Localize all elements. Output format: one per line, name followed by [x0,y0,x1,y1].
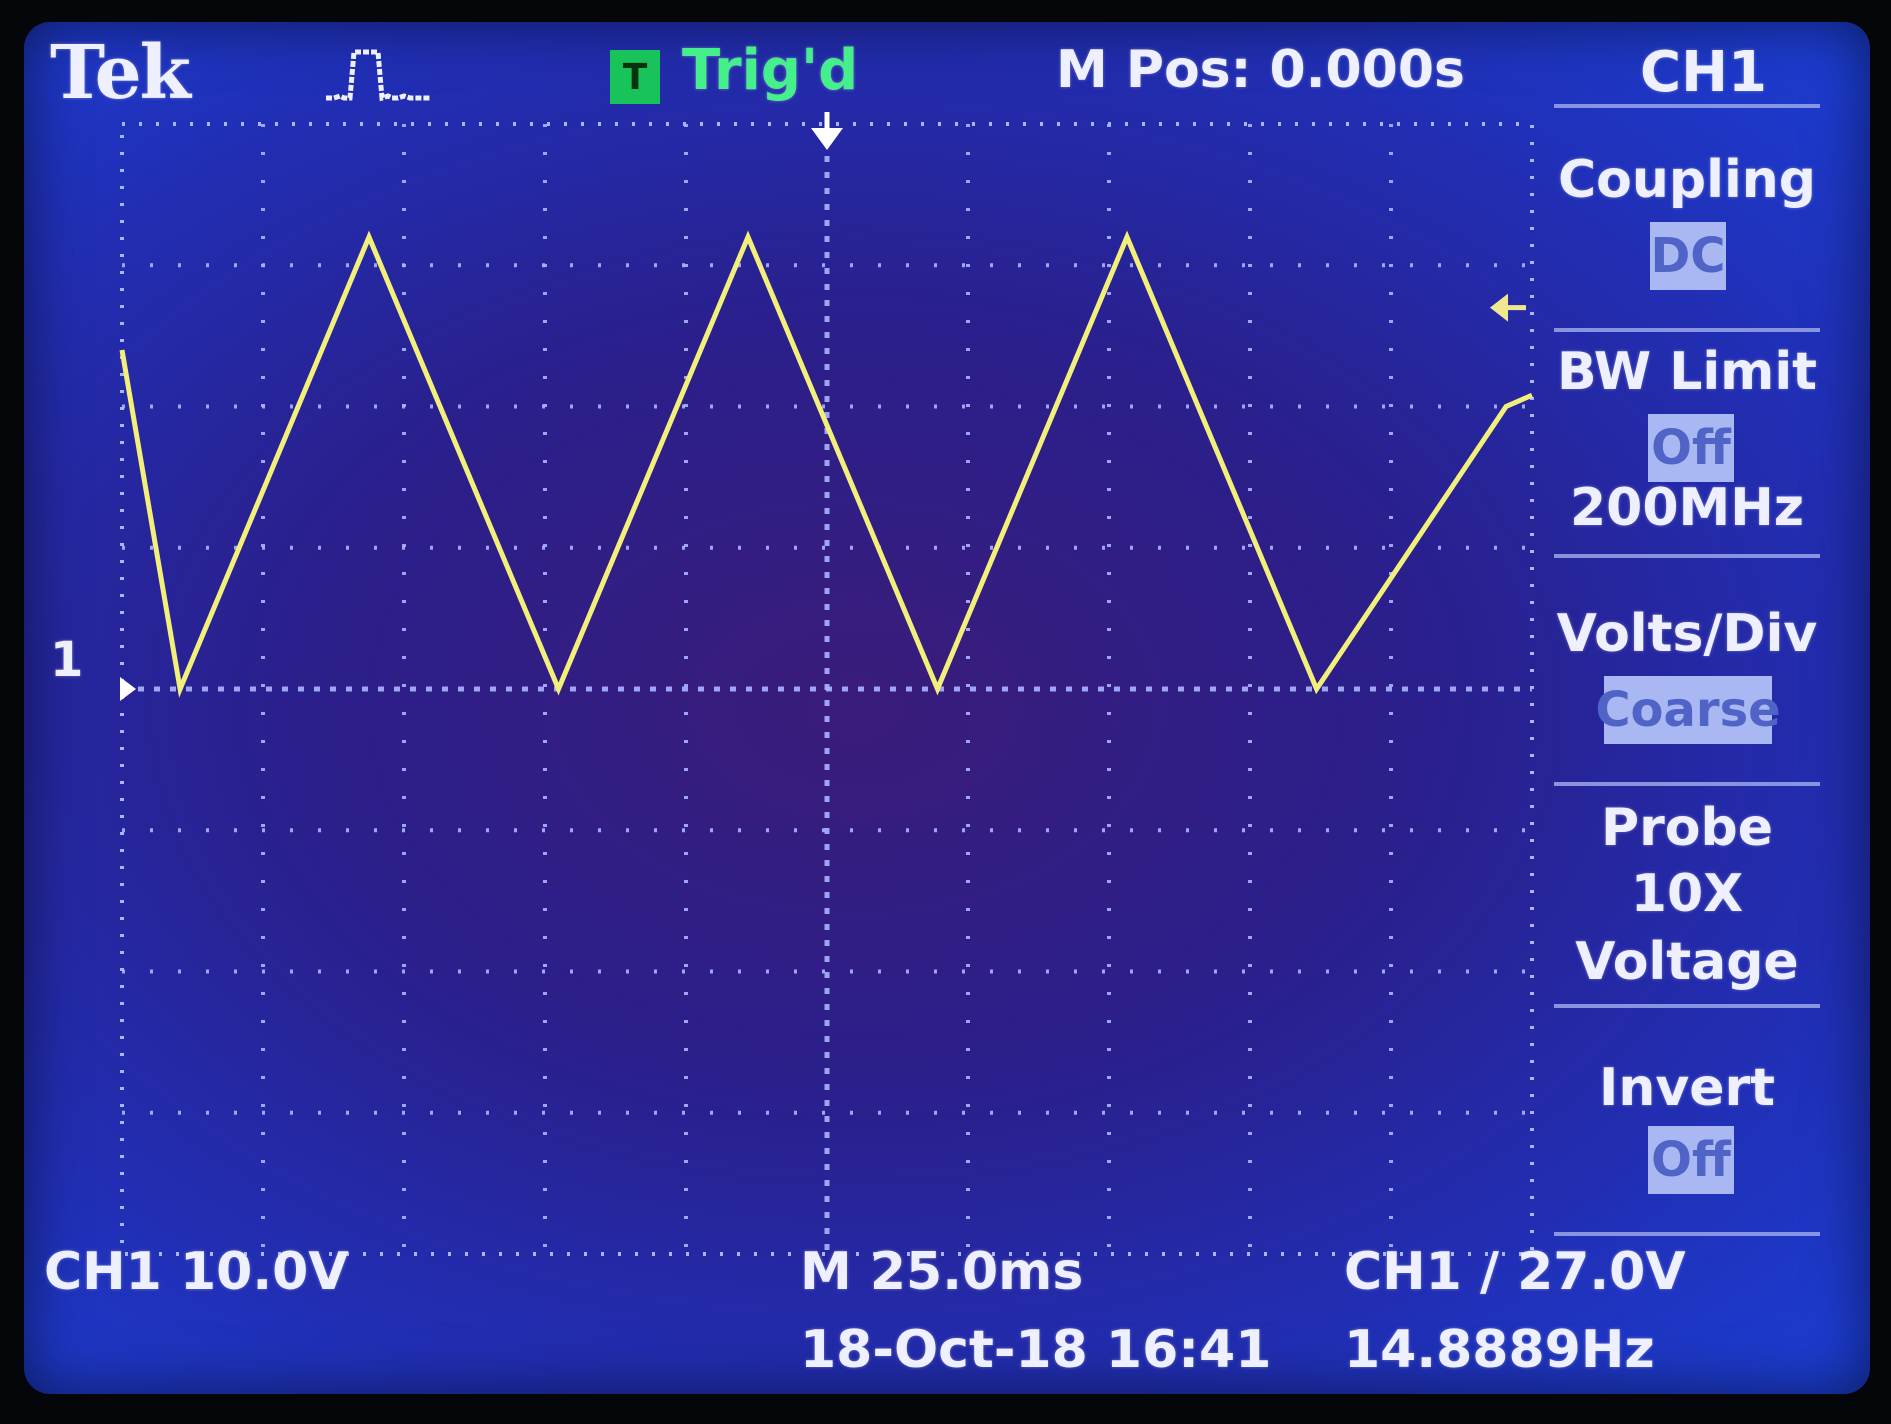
volts-div-value-button[interactable]: Coarse [1595,676,1781,744]
oscilloscope-screen: Tek T Trig'd M Pos: 0.000s CH1 Coupling … [24,22,1870,1394]
trigger-level-readout: CH1 ∕ 27.0V [1344,1242,1686,1302]
menu-separator [1554,782,1820,786]
menu-separator [1554,328,1820,332]
ground-reference-arrow-icon [120,677,136,701]
menu-separator [1554,1004,1820,1008]
acquisition-pulse-icon [326,49,430,102]
date-time-readout: 18-Oct-18 16:41 [800,1320,1272,1380]
trigger-badge: T [610,50,660,104]
trigger-level-arrow-icon [1490,293,1508,322]
probe-attenuation[interactable]: 10X [1554,864,1820,924]
volts-div-label: Volts/Div [1556,604,1818,664]
probe-label: Probe [1601,798,1773,858]
coupling-label: Coupling [1557,150,1817,210]
coupling-value-button[interactable]: DC [1650,222,1726,290]
graticule-grid [120,122,1534,1256]
ground-reference-label: 1 [50,632,84,688]
bw-limit-label: BW Limit [1556,342,1818,402]
menu-separator [1554,1232,1820,1236]
bw-limit-value-button[interactable]: Off [1648,414,1734,482]
trigger-status: Trig'd [682,38,859,103]
channel-scale-readout: CH1 10.0V [44,1242,349,1302]
channel-menu-title: CH1 [1640,40,1767,105]
main-position-readout: M Pos: 0.000s [1056,40,1465,100]
menu-separator [1554,554,1820,558]
waveform-graticule [119,112,1534,1256]
invert-value-button[interactable]: Off [1648,1126,1734,1194]
invert-label: Invert [1598,1058,1776,1118]
bw-limit-frequency: 200MHz [1569,478,1805,538]
frequency-readout: 14.8889Hz [1344,1320,1655,1380]
menu-separator [1554,104,1820,108]
timebase-readout: M 25.0ms [800,1242,1084,1302]
probe-type: Voltage [1575,932,1799,992]
